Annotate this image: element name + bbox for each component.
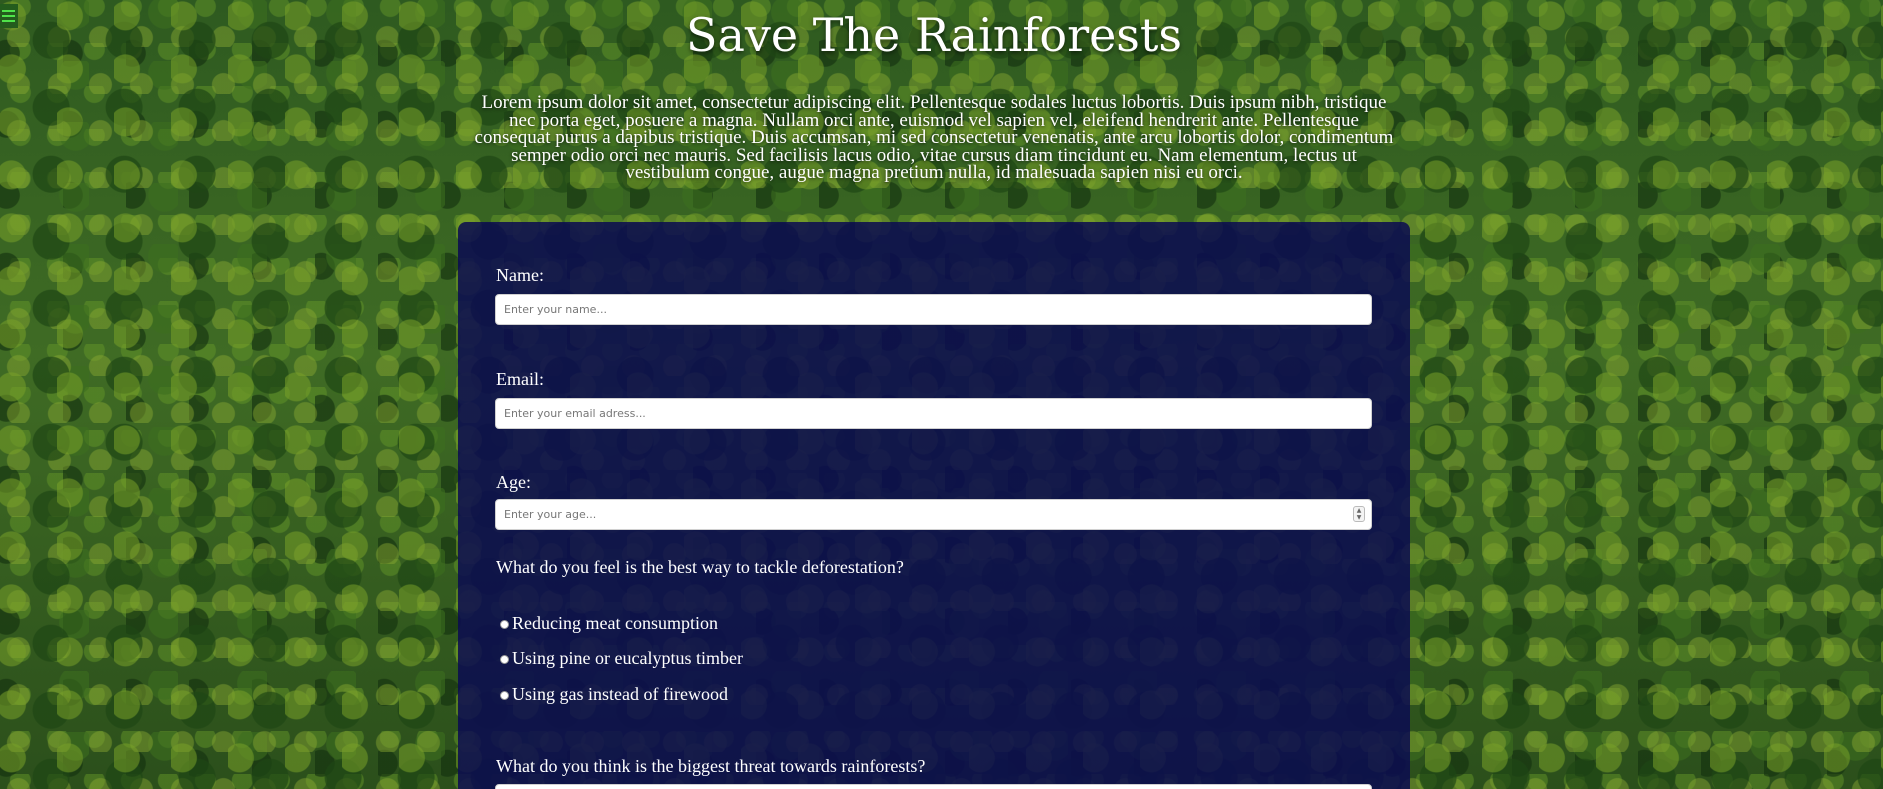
chevron-up-icon[interactable]: ▲ [1357, 507, 1362, 514]
option-reducing-meat[interactable]: Reducing meat consumption [500, 612, 718, 634]
threat-question: What do you think is the biggest threat … [496, 756, 926, 776]
survey-form: Name: Email: Age: ▲ ▼ What do you feel i… [458, 222, 1410, 789]
option-label: Reducing meat consumption [512, 613, 718, 633]
chevron-down-icon[interactable]: ▼ [1357, 514, 1362, 521]
option-pine-timber[interactable]: Using pine or eucalyptus timber [500, 647, 743, 669]
name-label: Name: [496, 265, 544, 285]
radio-button[interactable] [500, 655, 509, 664]
intro-paragraph: Lorem ipsum dolor sit amet, consectetur … [474, 92, 1394, 184]
option-label: Using gas instead of firewood [512, 684, 728, 704]
age-label: Age: [496, 472, 531, 492]
age-input[interactable] [495, 499, 1372, 530]
name-input[interactable] [495, 294, 1372, 325]
email-input[interactable] [495, 398, 1372, 429]
age-field: ▲ ▼ [495, 499, 1372, 530]
deforestation-question: What do you feel is the best way to tack… [496, 557, 904, 577]
age-stepper[interactable]: ▲ ▼ [1353, 506, 1365, 522]
threat-select[interactable] [495, 784, 1372, 789]
radio-button[interactable] [500, 691, 509, 700]
radio-button[interactable] [500, 620, 509, 629]
option-gas-firewood[interactable]: Using gas instead of firewood [500, 683, 728, 705]
option-label: Using pine or eucalyptus timber [512, 648, 743, 668]
page-title: Save The Rainforests [685, 8, 1182, 62]
email-label: Email: [496, 369, 544, 389]
